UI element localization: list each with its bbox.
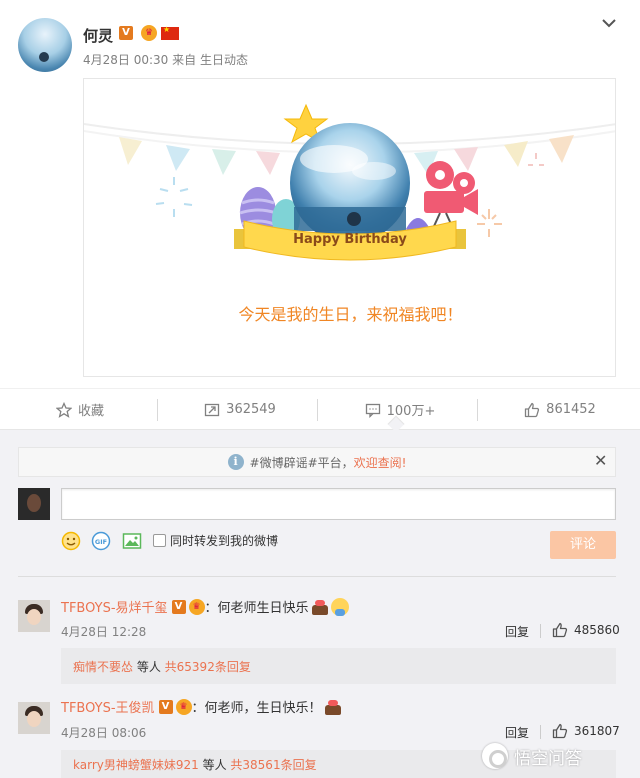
author-name[interactable]: 何灵	[83, 25, 113, 46]
watermark-text: 悟空问答	[514, 748, 582, 769]
comment-time: 4月28日 12:28	[61, 625, 147, 639]
sub-reply-mid: 等人	[198, 757, 231, 772]
verified-v-badge-icon: V	[158, 699, 173, 714]
birthday-illustration: Happy Birthday	[84, 103, 615, 261]
comment-input[interactable]	[61, 488, 616, 520]
comment-like-count: 485860	[574, 623, 620, 637]
verified-v-badge-icon: V	[119, 26, 133, 40]
info-icon: i	[227, 454, 244, 470]
comment-like-button[interactable]: 361807	[552, 723, 620, 739]
svg-text:GIF: GIF	[95, 538, 107, 546]
thumbs-up-icon	[552, 622, 568, 638]
source-prefix: 来自	[172, 53, 197, 67]
star-outline-icon	[55, 401, 72, 418]
crown-member-icon: ♛	[188, 598, 205, 615]
notice-link[interactable]: 欢迎查阅!	[354, 454, 407, 471]
submit-comment-button[interactable]: 评论	[550, 531, 616, 559]
image-icon[interactable]	[122, 531, 142, 551]
rumor-notice: i #微博辟谣#平台， 欢迎查阅!	[18, 447, 616, 477]
emoji-icon[interactable]	[61, 531, 81, 551]
post-source[interactable]: 生日动态	[200, 53, 248, 67]
watermark: 悟空问答	[482, 742, 582, 770]
sub-reply-user[interactable]: karry男神螃蟹妹妹921	[73, 756, 199, 773]
sub-replies[interactable]: 痴情不要怂 等人 共65392条回复	[61, 648, 616, 684]
birthday-card[interactable]: Happy Birthday 今天是我的生日，来祝福我吧！	[83, 78, 616, 377]
repost-count: 362549	[226, 402, 276, 417]
commenter-name[interactable]: TFBOYS-王俊凯	[61, 697, 155, 716]
comment-time: 4月28日 08:06	[61, 726, 147, 740]
favorite-button[interactable]: 收藏	[0, 389, 160, 430]
comment-like-count: 361807	[574, 724, 620, 738]
comment-line: TFBOYS-王俊凯 V ♛ ：何老师，生日快乐！	[61, 697, 342, 716]
cake-emoji-icon	[311, 598, 329, 616]
repost-icon	[205, 403, 220, 416]
comment-like-button[interactable]: 485860	[552, 622, 620, 638]
cake-emoji-icon	[324, 698, 342, 716]
like-count: 861452	[546, 402, 596, 417]
author-avatar[interactable]	[18, 18, 72, 72]
post-meta: 4月28日 00:30 来自 生日动态	[83, 51, 248, 68]
sub-reply-count[interactable]: 共38561条回复	[230, 756, 316, 773]
verified-v-badge-icon: V	[171, 599, 186, 614]
birthday-wish-text: 今天是我的生日，来祝福我吧！	[238, 305, 463, 324]
comment-text: ：何老师，生日快乐！	[191, 701, 322, 716]
repost-checkbox-label[interactable]: 同时转发到我的微博	[170, 532, 278, 549]
post-time[interactable]: 4月28日 00:30	[83, 53, 168, 67]
action-divider	[157, 399, 158, 421]
section-divider	[18, 576, 616, 577]
chevron-down-icon[interactable]	[600, 14, 618, 32]
commenter-avatar[interactable]	[18, 702, 50, 734]
reply-button[interactable]: 回复	[505, 623, 529, 640]
commenter-name[interactable]: TFBOYS-易烊千玺	[61, 597, 168, 616]
comment-icon	[365, 403, 380, 418]
sub-reply-count[interactable]: 共65392条回复	[165, 658, 251, 675]
reply-button[interactable]: 回复	[505, 724, 529, 741]
comment-text: ：何老师生日快乐	[204, 601, 309, 616]
notice-text: #微博辟谣#平台，	[249, 455, 354, 470]
reply-like-divider	[540, 624, 541, 638]
sub-reply-user[interactable]: 痴情不要怂	[73, 658, 133, 675]
current-user-avatar	[18, 488, 50, 520]
banner-text: Happy Birthday	[293, 232, 407, 247]
action-divider	[477, 399, 478, 421]
commenter-avatar[interactable]	[18, 600, 50, 632]
like-button[interactable]: 861452	[480, 389, 640, 430]
favorite-label: 收藏	[77, 404, 104, 419]
cheer-emoji-icon	[330, 597, 349, 616]
repost-button[interactable]: 362549	[160, 389, 320, 430]
repost-checkbox[interactable]	[153, 534, 166, 547]
china-flag-icon	[161, 25, 179, 40]
action-divider	[317, 399, 318, 421]
reply-like-divider	[540, 725, 541, 739]
comment-line: TFBOYS-易烊千玺 V ♛ ：何老师生日快乐	[61, 597, 349, 616]
sub-reply-mid: 等人	[133, 659, 165, 674]
crown-member-icon: ♛	[175, 698, 192, 715]
close-icon[interactable]: ✕	[594, 453, 607, 469]
action-bar: 收藏 362549 100万+ 861452	[0, 388, 640, 430]
wukong-logo-icon	[482, 743, 508, 769]
thumbs-up-icon	[552, 723, 568, 739]
weibo-post: 何灵 V ♛ 4月28日 00:30 来自 生日动态	[0, 0, 640, 430]
gif-icon[interactable]: GIF	[91, 531, 111, 551]
crown-member-icon: ♛	[141, 25, 157, 41]
thumbs-up-icon	[525, 402, 540, 417]
